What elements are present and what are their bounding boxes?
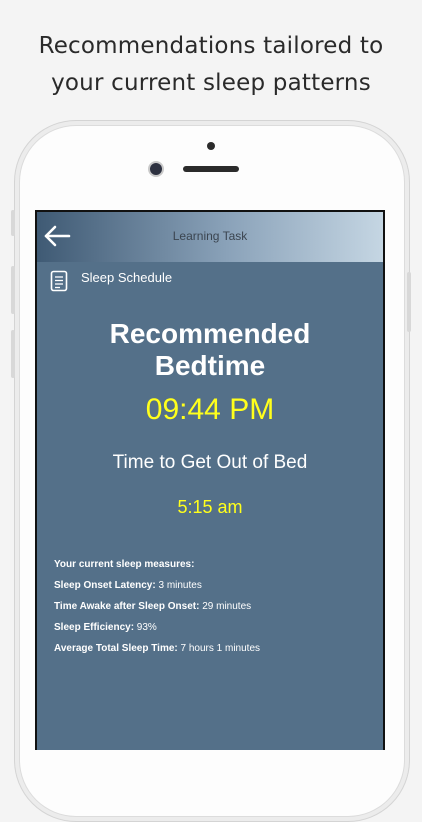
recommended-bedtime-title: Recommended Bedtime xyxy=(37,318,383,382)
phone-power-button xyxy=(407,272,411,332)
measure-average-total-sleep-time: Average Total Sleep Time: 7 hours 1 minu… xyxy=(54,643,261,654)
front-camera xyxy=(150,163,162,175)
phone-mute-switch xyxy=(11,210,15,236)
phone-volume-down xyxy=(11,330,15,378)
measure-sleep-efficiency: Sleep Efficiency: 93% xyxy=(54,622,157,633)
caption-line-1: Recommendations tailored to xyxy=(38,33,384,59)
phone-volume-up xyxy=(11,266,15,314)
title-line-1: Recommended xyxy=(109,318,311,349)
app-view: Learning Task Sleep Schedule Recommended… xyxy=(37,212,383,750)
proximity-sensor xyxy=(207,142,215,150)
nav-title: Learning Task xyxy=(172,229,248,243)
document-icon xyxy=(50,270,68,292)
phone-screen: Learning Task Sleep Schedule Recommended… xyxy=(35,210,385,750)
section-title: Sleep Schedule xyxy=(81,270,173,285)
measure-time-awake-after-onset: Time Awake after Sleep Onset: 29 minutes xyxy=(54,601,252,612)
measures-heading: Your current sleep measures: xyxy=(54,559,195,570)
bedtime-value: 09:44 PM xyxy=(145,393,275,426)
marketing-caption: Recommendations tailored to your current… xyxy=(0,28,422,102)
earpiece-speaker xyxy=(183,166,239,172)
get-out-of-bed-label: Time to Get Out of Bed xyxy=(112,452,308,473)
title-line-2: Bedtime xyxy=(154,350,266,381)
nav-bar: Learning Task xyxy=(37,212,383,262)
sleep-measures: Your current sleep measures: Sleep Onset… xyxy=(54,558,260,663)
caption-line-2: your current sleep patterns xyxy=(51,70,371,96)
measure-sleep-onset-latency: Sleep Onset Latency: 3 minutes xyxy=(54,580,202,591)
get-out-of-bed-time: 5:15 am xyxy=(177,497,243,517)
